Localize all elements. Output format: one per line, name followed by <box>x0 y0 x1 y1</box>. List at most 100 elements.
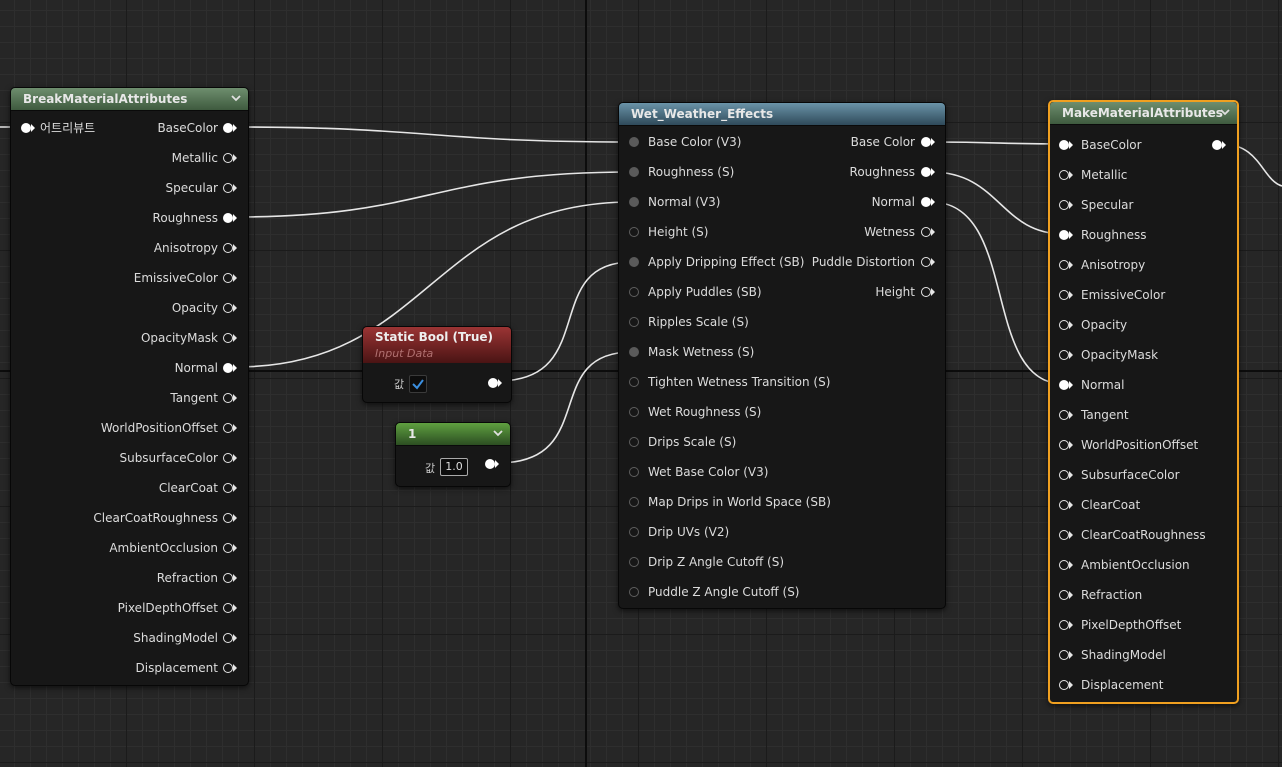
output-row-ambientocclusion[interactable]: AmbientOcclusion <box>11 540 248 556</box>
input-row-anisotropy[interactable]: Anisotropy <box>1050 257 1200 273</box>
output-pin[interactable] <box>223 423 233 433</box>
input-pin[interactable] <box>629 557 639 567</box>
output-row-metallic[interactable]: Metallic <box>11 150 248 166</box>
chevron-down-icon[interactable] <box>1219 106 1231 118</box>
input-row-opacitymask[interactable]: OpacityMask <box>1050 347 1200 363</box>
output-row-basecolor[interactable]: BaseColor <box>11 120 248 136</box>
wire-staticbool-to-dripping[interactable] <box>497 261 633 382</box>
output-pin[interactable] <box>223 633 233 643</box>
input-row-shadingmodel[interactable]: ShadingModel <box>1050 647 1200 663</box>
output-row-subsurfacecolor[interactable]: SubsurfaceColor <box>11 450 248 466</box>
output-pin[interactable] <box>223 243 233 253</box>
input-pin[interactable] <box>1059 170 1069 180</box>
output-pin[interactable] <box>223 393 233 403</box>
make-material-attributes-node[interactable]: MakeMaterialAttributes BaseColor Metallic… <box>1048 100 1239 704</box>
wire-wet-basecolor-to-make[interactable] <box>930 141 1065 145</box>
input-row-specular[interactable]: Specular <box>1050 197 1200 213</box>
input-pin[interactable] <box>1059 680 1069 690</box>
input-row-mask-wetness-s[interactable]: Mask Wetness (S) <box>619 344 819 360</box>
output-pin[interactable] <box>223 483 233 493</box>
output-pin[interactable] <box>223 543 233 553</box>
output-pin[interactable] <box>1212 140 1222 150</box>
output-row-normal[interactable]: Normal <box>619 194 945 210</box>
output-row-roughness[interactable]: Roughness <box>619 164 945 180</box>
chevron-down-icon[interactable] <box>492 427 504 439</box>
output-row-normal[interactable]: Normal <box>11 360 248 376</box>
output-row-shadingmodel[interactable]: ShadingModel <box>11 630 248 646</box>
output-row-clearcoatroughness[interactable]: ClearCoatRoughness <box>11 510 248 526</box>
input-pin[interactable] <box>629 527 639 537</box>
input-row-drips-scale-s[interactable]: Drips Scale (S) <box>619 434 819 450</box>
output-pin[interactable] <box>223 603 233 613</box>
output-row-opacity[interactable]: Opacity <box>11 300 248 316</box>
input-pin[interactable] <box>1059 200 1069 210</box>
input-pin[interactable] <box>629 497 639 507</box>
input-row-opacity[interactable]: Opacity <box>1050 317 1200 333</box>
input-row-wet-base-color-v3[interactable]: Wet Base Color (V3) <box>619 464 819 480</box>
value-checkbox[interactable] <box>409 375 427 393</box>
output-row-height[interactable]: Height <box>619 284 945 300</box>
output-pin[interactable] <box>921 287 931 297</box>
wire-wet-roughness-to-make[interactable] <box>930 171 1065 235</box>
input-pin[interactable] <box>1059 590 1069 600</box>
output-pin[interactable] <box>223 513 233 523</box>
input-row-pixeldepthoffset[interactable]: PixelDepthOffset <box>1050 617 1200 633</box>
break-material-attributes-node[interactable]: BreakMaterialAttributes 어트리뷰트 BaseColor Me… <box>10 87 249 686</box>
node-header[interactable]: MakeMaterialAttributes <box>1050 102 1237 125</box>
output-row-displacement[interactable]: Displacement <box>11 660 248 676</box>
input-row-clearcoat[interactable]: ClearCoat <box>1050 497 1200 513</box>
wire-wet-normal-to-make[interactable] <box>930 201 1065 385</box>
input-pin[interactable] <box>1059 290 1069 300</box>
input-row-roughness[interactable]: Roughness <box>1050 227 1200 243</box>
wire-basecolor-to-wet[interactable] <box>235 126 633 143</box>
output-pin[interactable] <box>921 197 931 207</box>
wire-roughness-to-wet[interactable] <box>235 171 633 218</box>
input-row-ripples-scale-s[interactable]: Ripples Scale (S) <box>619 314 819 330</box>
input-row-subsurfacecolor[interactable]: SubsurfaceColor <box>1050 467 1200 483</box>
output-pin[interactable] <box>921 227 931 237</box>
input-pin[interactable] <box>1059 440 1069 450</box>
chevron-down-icon[interactable] <box>230 92 242 104</box>
node-header[interactable]: 1 <box>396 423 510 446</box>
node-header[interactable]: Wet_Weather_Effects <box>619 103 945 126</box>
input-row-drip-z-angle-cutoff-s[interactable]: Drip Z Angle Cutoff (S) <box>619 554 819 570</box>
output-row-emissivecolor[interactable]: EmissiveColor <box>11 270 248 286</box>
value-field[interactable]: 1.0 <box>440 458 468 476</box>
input-row-refraction[interactable]: Refraction <box>1050 587 1200 603</box>
output-pin[interactable] <box>223 363 233 373</box>
output-row-tangent[interactable]: Tangent <box>11 390 248 406</box>
output-pin[interactable] <box>223 183 233 193</box>
input-pin[interactable] <box>1059 380 1069 390</box>
output-pin[interactable] <box>223 663 233 673</box>
input-row-drip-uvs-v2[interactable]: Drip UVs (V2) <box>619 524 819 540</box>
input-pin[interactable] <box>1059 230 1069 240</box>
input-row-displacement[interactable]: Displacement <box>1050 677 1200 693</box>
input-pin[interactable] <box>1059 650 1069 660</box>
input-pin[interactable] <box>1059 500 1069 510</box>
input-row-worldpositionoffset[interactable]: WorldPositionOffset <box>1050 437 1200 453</box>
input-row-clearcoatroughness[interactable]: ClearCoatRoughness <box>1050 527 1206 543</box>
output-row-pixeldepthoffset[interactable]: PixelDepthOffset <box>11 600 248 616</box>
output-row-clearcoat[interactable]: ClearCoat <box>11 480 248 496</box>
output-pin[interactable] <box>223 123 233 133</box>
input-row-map-drips-in-world-space-sb[interactable]: Map Drips in World Space (SB) <box>619 494 831 510</box>
output-pin[interactable] <box>223 333 233 343</box>
output-pin[interactable] <box>921 167 931 177</box>
output-pin[interactable] <box>485 459 495 469</box>
output-row-specular[interactable]: Specular <box>11 180 248 196</box>
input-pin[interactable] <box>1059 560 1069 570</box>
input-pin[interactable] <box>1059 320 1069 330</box>
input-pin[interactable] <box>1059 470 1069 480</box>
input-pin[interactable] <box>629 587 639 597</box>
input-row-tighten-wetness-transition-s[interactable]: Tighten Wetness Transition (S) <box>619 374 830 390</box>
wire-constant-to-mask-wetness[interactable] <box>497 351 633 464</box>
output-row-wetness[interactable]: Wetness <box>619 224 945 240</box>
output-row-anisotropy[interactable]: Anisotropy <box>11 240 248 256</box>
output-pin[interactable] <box>223 273 233 283</box>
static-bool-node[interactable]: Static Bool (True) Input Data 값 <box>362 326 512 403</box>
output-row-opacitymask[interactable]: OpacityMask <box>11 330 248 346</box>
input-row-basecolor[interactable]: BaseColor <box>1050 137 1200 153</box>
output-row-base-color[interactable]: Base Color <box>619 134 945 150</box>
output-pin[interactable] <box>223 303 233 313</box>
output-pin[interactable] <box>921 257 931 267</box>
